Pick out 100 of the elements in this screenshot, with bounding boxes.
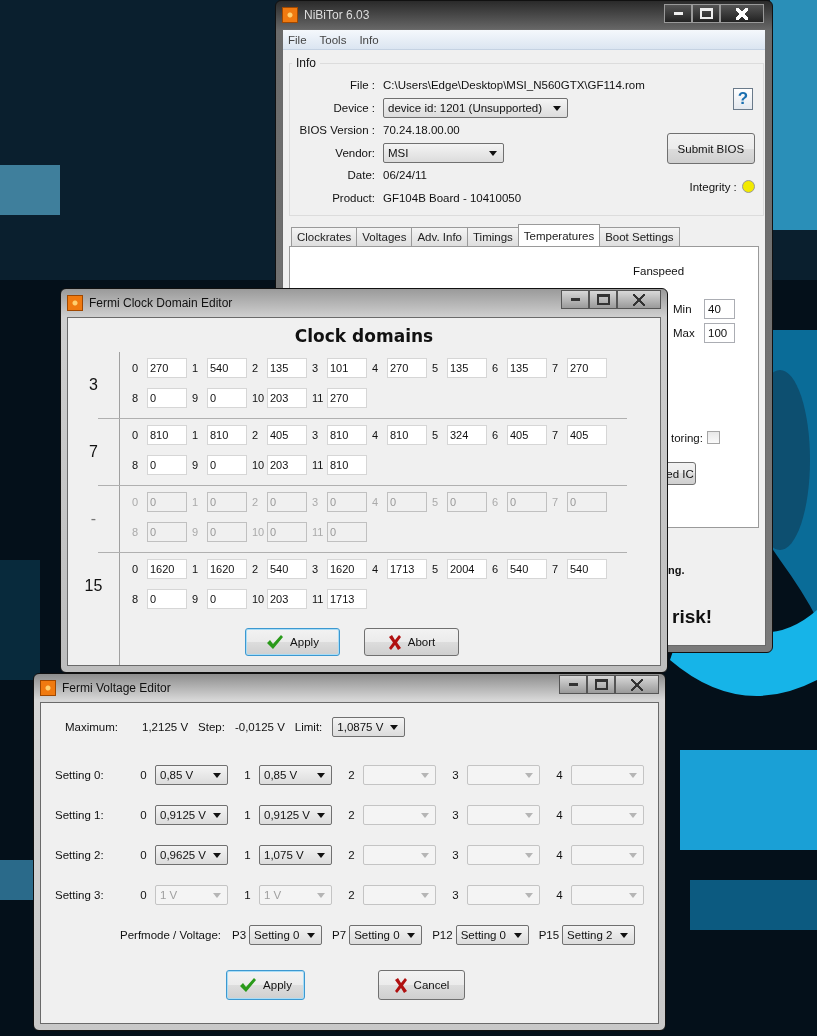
close-button[interactable]	[720, 4, 764, 23]
abort-button[interactable]: Abort	[364, 628, 459, 656]
field-index: 5	[432, 362, 440, 374]
domain-label: 15	[83, 577, 104, 595]
clock-field[interactable]: 810	[147, 425, 187, 445]
clock-field[interactable]: 0	[147, 455, 187, 475]
max-field[interactable]: 100	[704, 323, 735, 343]
cross-icon	[393, 977, 408, 993]
checkbox[interactable]	[706, 431, 720, 444]
minimize-button[interactable]	[559, 675, 587, 694]
clock-field[interactable]: 203	[267, 455, 307, 475]
limit-dropdown[interactable]: 1,0875 V	[332, 717, 406, 737]
maximize-button[interactable]	[692, 4, 720, 23]
cancel-button[interactable]: Cancel	[378, 970, 465, 1000]
clock-field[interactable]: 810	[387, 425, 427, 445]
voltage-dropdown[interactable]: 0,85 V	[155, 765, 228, 785]
clock-field[interactable]: 270	[147, 358, 187, 378]
voltage-dropdown[interactable]: 0,9125 V	[155, 805, 228, 825]
voltage-dropdown: 1 V	[259, 885, 332, 905]
help-button[interactable]: ?	[732, 88, 753, 110]
clock-field[interactable]: 135	[267, 358, 307, 378]
menu-item[interactable]: Info	[359, 33, 379, 46]
clock-field[interactable]: 540	[267, 559, 307, 579]
min-field[interactable]: 40	[704, 299, 735, 319]
tab[interactable]: Voltages	[356, 227, 413, 246]
voltage-dropdown[interactable]: 0,9125 V	[259, 805, 332, 825]
clock-field[interactable]: 2004	[447, 559, 487, 579]
clock-field: 0	[327, 492, 367, 512]
clock-field[interactable]: 0	[207, 589, 247, 609]
clock-field[interactable]: 1620	[327, 559, 367, 579]
clock-field[interactable]: 101	[327, 358, 367, 378]
dropdown[interactable]: device id: 1201 (Unsupported)	[383, 97, 568, 118]
clock-field[interactable]: 135	[507, 358, 547, 378]
apply-button[interactable]: Apply	[245, 628, 340, 656]
clock-field[interactable]: 540	[507, 559, 547, 579]
clock-field[interactable]: 203	[267, 589, 307, 609]
clock-field[interactable]: 324	[447, 425, 487, 445]
clock-field: 0	[147, 522, 187, 542]
caret-icon	[317, 853, 325, 858]
field-label: Device :	[332, 101, 375, 114]
voltage-dropdown[interactable]: 0,85 V	[259, 765, 332, 785]
perfmode-dropdown[interactable]: Setting 0	[455, 925, 529, 945]
field-index: 1	[192, 496, 200, 508]
clock-field[interactable]: 270	[387, 358, 427, 378]
dropdown[interactable]: MSI	[383, 142, 504, 163]
slot-index: 2	[347, 809, 356, 821]
clock-field[interactable]: 540	[567, 559, 607, 579]
maximize-button[interactable]	[587, 675, 615, 694]
tab[interactable]: Adv. Info	[411, 227, 468, 246]
clock-field[interactable]: 135	[447, 358, 487, 378]
perfmode-dropdown[interactable]: Setting 2	[562, 925, 636, 945]
field-index: 6	[492, 563, 500, 575]
field-index: 8	[132, 392, 140, 404]
clock-field[interactable]: 405	[567, 425, 607, 445]
clock-field[interactable]: 0	[207, 455, 247, 475]
tab[interactable]: Timings	[467, 227, 519, 246]
field-index: 4	[372, 362, 380, 374]
minimize-button[interactable]	[664, 4, 692, 23]
clock-field[interactable]: 810	[327, 425, 367, 445]
field-index: 9	[192, 392, 200, 404]
perfmode-dropdown[interactable]: Setting 0	[349, 925, 423, 945]
check-icon	[239, 977, 258, 993]
field-value: 06/24/11	[383, 169, 428, 182]
voltage-dropdown[interactable]: 0,9625 V	[155, 845, 228, 865]
clock-field[interactable]: 0	[147, 388, 187, 408]
field-label: Date:	[346, 169, 375, 182]
clock-field[interactable]: 810	[207, 425, 247, 445]
clock-field[interactable]: 540	[207, 358, 247, 378]
tab[interactable]: Boot Settings	[599, 227, 680, 246]
caret-icon	[317, 773, 325, 778]
field-index: 3	[312, 429, 320, 441]
clock-field[interactable]: 270	[327, 388, 367, 408]
menu-item[interactable]: File	[288, 33, 307, 46]
submit-button[interactable]: Submit BIOS	[666, 133, 755, 164]
clock-field[interactable]: 405	[267, 425, 307, 445]
clock-field[interactable]: 0	[147, 589, 187, 609]
field-index: 9	[192, 593, 200, 605]
clock-field[interactable]: 1620	[147, 559, 187, 579]
tab[interactable]: Clockrates	[291, 227, 358, 246]
perfmode-dropdown[interactable]: Setting 0	[249, 925, 323, 945]
field-index: 4	[372, 496, 380, 508]
clock-field[interactable]: 0	[207, 388, 247, 408]
tab[interactable]: Temperatures	[517, 224, 601, 246]
menu-item[interactable]: Tools	[319, 33, 347, 46]
field-index: 5	[432, 563, 440, 575]
apply-button[interactable]: Apply	[226, 970, 305, 1000]
close-button[interactable]	[615, 675, 659, 694]
clock-field[interactable]: 1713	[327, 589, 367, 609]
heading: Clock domains	[293, 326, 435, 346]
perfmode-label: P7	[332, 929, 347, 941]
slot-index: 0	[139, 809, 148, 821]
voltage-dropdown[interactable]: 1,075 V	[259, 845, 332, 865]
clock-field[interactable]: 270	[567, 358, 607, 378]
clock-field[interactable]: 1620	[207, 559, 247, 579]
clock-field[interactable]: 1713	[387, 559, 427, 579]
clock-field[interactable]: 810	[327, 455, 367, 475]
field-index: 1	[192, 563, 200, 575]
clock-field[interactable]: 405	[507, 425, 547, 445]
field-index: 2	[252, 496, 260, 508]
clock-field[interactable]: 203	[267, 388, 307, 408]
